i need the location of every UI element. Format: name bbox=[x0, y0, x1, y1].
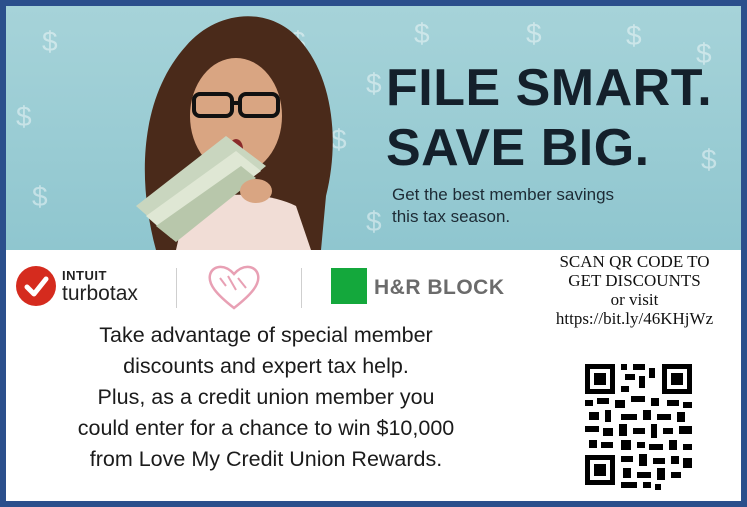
dollar-icon: $ bbox=[366, 206, 382, 237]
dollar-icon: $ bbox=[32, 181, 48, 212]
offer-description: Take advantage of special member discoun… bbox=[6, 320, 526, 475]
qr-instruction-line-3: or visit bbox=[610, 290, 659, 309]
advertisement: $ $ $ $ $ $ $ $ $ $ $ $ FILE SMART. SAVE… bbox=[6, 6, 741, 501]
logo-divider bbox=[301, 268, 302, 308]
qr-code[interactable] bbox=[581, 360, 696, 493]
subheadline-line-2: this tax season. bbox=[392, 207, 511, 226]
logo-divider bbox=[176, 268, 177, 308]
love-my-credit-union-heart-logo bbox=[208, 265, 260, 310]
subheadline-line-1: Get the best member savings bbox=[392, 185, 615, 204]
hero-banner: $ $ $ $ $ $ $ $ $ $ $ $ FILE SMART. SAVE… bbox=[6, 6, 741, 250]
offer-line: could enter for a chance to win $10,000 bbox=[77, 416, 455, 440]
offer-line: Plus, as a credit union member you bbox=[97, 385, 435, 409]
offer-line: discounts and expert tax help. bbox=[123, 354, 409, 378]
hrblock-green-square-icon bbox=[331, 268, 367, 304]
hrblock-wordmark: H&R BLOCK bbox=[374, 276, 505, 299]
turbotax-wordmark: turbotax bbox=[62, 282, 138, 305]
qr-instruction-line-1: SCAN QR CODE TO bbox=[559, 252, 710, 271]
subheadline: Get the best member savings this tax sea… bbox=[392, 184, 692, 228]
discount-url-link[interactable]: https://bit.ly/46KHjWz bbox=[528, 309, 741, 328]
dollar-icon: $ bbox=[16, 101, 32, 132]
headline-line-2: SAVE BIG. bbox=[386, 119, 650, 177]
woman-holding-cash-photo bbox=[136, 16, 333, 250]
intuit-wordmark: INTUIT bbox=[62, 268, 107, 283]
turbotax-checkmark-icon bbox=[16, 266, 56, 306]
headline-line-1: FILE SMART. bbox=[386, 59, 713, 117]
qr-instructions: SCAN QR CODE TO GET DISCOUNTS or visit h… bbox=[528, 252, 741, 328]
dollar-icon: $ bbox=[414, 18, 430, 49]
offer-line: from Love My Credit Union Rewards. bbox=[89, 447, 443, 471]
headline: FILE SMART. SAVE BIG. bbox=[386, 58, 712, 178]
partner-logos: INTUIT turbotax H&R BLOCK bbox=[6, 256, 526, 316]
dollar-icon: $ bbox=[526, 18, 542, 49]
dollar-icon: $ bbox=[42, 26, 58, 57]
dollar-icon: $ bbox=[366, 68, 382, 99]
qr-instruction-line-2: GET DISCOUNTS bbox=[568, 271, 701, 290]
offer-line: Take advantage of special member bbox=[99, 323, 433, 347]
dollar-icon: $ bbox=[626, 20, 642, 51]
